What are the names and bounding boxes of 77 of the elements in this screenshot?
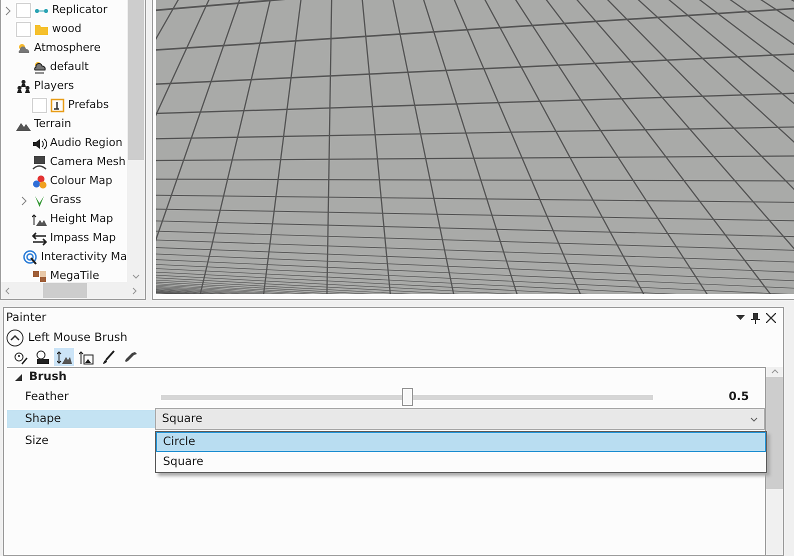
tree-item[interactable]: Replicator (1, 1, 127, 20)
tree-item[interactable]: Camera Mesh (1, 153, 127, 172)
tree-item[interactable]: wood (1, 20, 127, 39)
collapse-triangle-icon[interactable] (14, 374, 22, 380)
item-label: Terrain (34, 116, 72, 132)
category-row[interactable]: Brush (7, 368, 765, 386)
scroll-up-icon[interactable] (770, 367, 780, 375)
item-label: Colour Map (50, 173, 112, 190)
dropdown-option[interactable]: Circle (156, 432, 766, 452)
close-icon[interactable] (763, 313, 779, 323)
tree-item[interactable]: default (1, 58, 127, 77)
checkbox[interactable] (32, 98, 47, 113)
camera-icon (32, 155, 47, 170)
height-brush-icon (56, 350, 72, 364)
tree-item[interactable]: Audio Region (1, 134, 127, 153)
people-icon (16, 79, 31, 94)
tree-item[interactable]: Grass (1, 191, 127, 210)
expander-icon[interactable] (19, 196, 29, 206)
arrows-icon (32, 231, 47, 246)
folder-icon (34, 22, 49, 37)
checkbox[interactable] (16, 3, 31, 18)
brush-title: Left Mouse Brush (28, 329, 128, 346)
pin-icon[interactable] (748, 312, 763, 324)
sun-cloud-icon (32, 60, 47, 75)
item-label: Replicator (52, 2, 108, 18)
tile-icon (32, 269, 47, 282)
item-label: Impass Map (50, 230, 116, 246)
tree-item[interactable]: Height Map (1, 210, 127, 229)
eyedropper-icon (122, 350, 138, 364)
prefab-icon (50, 98, 65, 113)
property-label[interactable]: Shape (7, 410, 155, 428)
paintbrush-icon (100, 350, 116, 364)
tree-item[interactable]: Prefabs (1, 96, 127, 115)
tree-item[interactable]: Terrain (1, 115, 127, 134)
item-label: Atmosphere (34, 40, 101, 56)
tree-item[interactable]: Players (1, 77, 127, 96)
item-label: Height Map (50, 211, 114, 228)
image-up-icon (78, 350, 94, 364)
touch-icon (22, 250, 38, 265)
color-dots-icon (32, 174, 47, 189)
slider-thumb[interactable] (402, 388, 413, 406)
shape-dropdown[interactable]: Square (155, 408, 765, 430)
slider-value: 0.5 (728, 388, 749, 406)
panel-title: Painter (6, 309, 46, 326)
tree-item[interactable]: MegaTile (1, 267, 127, 282)
property-label[interactable]: Size (7, 432, 155, 450)
brush-timer-icon (12, 350, 28, 364)
tree-item[interactable]: Interactivity Ma (1, 248, 127, 267)
tree-item[interactable]: Atmosphere (1, 39, 127, 58)
item-label: MegaTile (50, 268, 100, 282)
chevron-down-icon (750, 416, 758, 422)
image-timer-icon (34, 350, 50, 364)
item-label: Interactivity Ma (40, 249, 127, 266)
height-map-icon (32, 212, 47, 227)
collapse-icon[interactable] (6, 329, 24, 347)
item-label: Prefabs (68, 97, 109, 114)
property-label[interactable]: Feather (7, 388, 155, 406)
item-label: Grass (50, 192, 82, 208)
item-label: Audio Region (50, 135, 122, 152)
item-label: wood (52, 21, 82, 38)
vertical-scrollbar[interactable] (127, 0, 145, 282)
dropdown-option[interactable]: Square (156, 452, 766, 472)
tree-item[interactable]: Colour Map (1, 172, 127, 191)
vertical-scrollbar[interactable] (766, 367, 783, 555)
tool-button[interactable] (54, 348, 74, 366)
dropdown-value: Square (162, 410, 202, 428)
checkbox[interactable] (16, 22, 31, 37)
tree-item[interactable]: Impass Map (1, 229, 127, 248)
item-label: Camera Mesh (50, 154, 126, 170)
item-label: default (50, 59, 89, 76)
speaker-icon (32, 136, 47, 151)
item-label: Players (34, 78, 74, 94)
expander-icon[interactable] (3, 6, 13, 16)
horizontal-scrollbar[interactable] (1, 282, 145, 299)
sun-cloud-icon (16, 41, 31, 56)
dropdown-icon[interactable] (733, 315, 748, 321)
category-label: Brush (29, 368, 67, 386)
